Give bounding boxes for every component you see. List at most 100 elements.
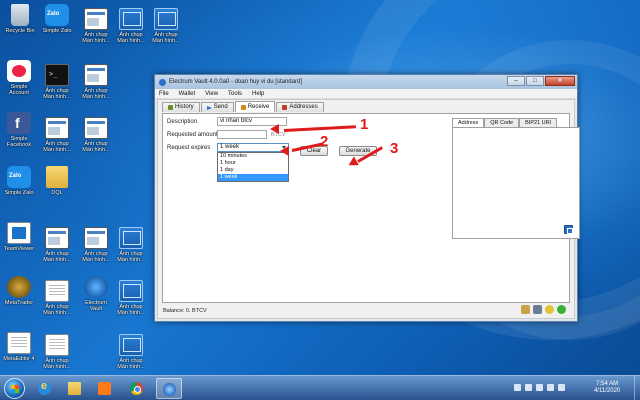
screenshot-file-icon [45, 280, 69, 302]
tray-arrow-icon[interactable] [514, 384, 521, 391]
balance-text: Balance: 0. BTCV [163, 307, 207, 314]
option-10-minutes[interactable]: 10 minutes [218, 153, 288, 160]
desktop-icon-teamviewer[interactable]: TeamViewer [0, 222, 38, 252]
desktop-icon-screenshot[interactable]: Ảnh chụp Màn hình... [77, 117, 115, 153]
annotation-arrowhead [270, 124, 279, 134]
request-expires-select[interactable]: 1 week [217, 143, 289, 152]
desktop-icon-screenshot[interactable]: Ảnh chụp Màn hình... [38, 334, 76, 370]
status-bar: Balance: 0. BTCV [160, 304, 572, 317]
tab-qr-code[interactable]: QR Code [484, 118, 520, 127]
desktop-icon-dql[interactable]: DQL [38, 166, 76, 196]
menu-wallet[interactable]: Wallet [179, 91, 195, 97]
start-button[interactable] [4, 378, 25, 399]
taskbar-app-chrome[interactable] [124, 378, 150, 399]
zalo-icon [45, 4, 69, 26]
annotation-number: 1 [360, 116, 369, 133]
desktop-icon-screenshot[interactable]: Ảnh chụp Màn hình... [77, 227, 115, 263]
network-status-icon[interactable] [557, 305, 566, 314]
screenshot-file-icon [154, 8, 178, 30]
option-1-hour[interactable]: 1 hour [218, 160, 288, 167]
desktop-icon-screenshot[interactable]: Ảnh chụp Màn hình... [77, 8, 115, 44]
minimize-button[interactable]: – [507, 76, 525, 86]
tab-address[interactable]: Address [452, 118, 485, 127]
lock-icon[interactable] [521, 305, 530, 314]
desktop-icon-metaeditor[interactable]: MetaEditor 4 [0, 332, 38, 362]
screenshot-file-icon [45, 117, 69, 139]
tray-flag-icon[interactable] [536, 384, 543, 391]
seed-icon[interactable] [545, 305, 554, 314]
screenshot-file-icon [84, 227, 108, 249]
desktop-icon-screenshot[interactable]: Ảnh chụp Màn hình... [38, 64, 76, 100]
desktop-icon-screenshot[interactable]: Ảnh chụp Màn hình... [38, 117, 76, 153]
taskbar-app-ie[interactable] [32, 378, 58, 399]
receive-icon [240, 104, 246, 110]
request-expires-options: 10 minutes 1 hour 1 day 1 week [217, 152, 289, 182]
desktop-icon-simple-zalo[interactable]: Simple Zalo [38, 4, 76, 34]
copy-icon[interactable] [564, 225, 573, 234]
desktop-icon-screenshot[interactable]: Ảnh chụp Màn hình... [112, 227, 150, 263]
desktop-icon-screenshot[interactable]: Ảnh chụp Màn hình... [77, 64, 115, 100]
tab-bip21-uri[interactable]: BIP21 URI [519, 118, 558, 127]
requested-amount-field[interactable] [217, 130, 267, 139]
tab-addresses-label: Addresses [289, 104, 318, 110]
screenshot-file-icon [84, 117, 108, 139]
system-tray [514, 384, 565, 391]
desktop-icon-electrum-vault[interactable]: Electrum Vault [77, 276, 115, 312]
maximize-button[interactable]: □ [526, 76, 544, 86]
desktop-icon-screenshot[interactable]: Ảnh chụp Màn hình... [147, 8, 185, 44]
history-icon [168, 105, 173, 110]
tab-send[interactable]: Send [200, 102, 234, 112]
internet-explorer-icon [38, 380, 51, 395]
electrum-icon [84, 276, 108, 298]
recycle-bin-icon [11, 4, 29, 26]
option-1-day[interactable]: 1 day [218, 167, 288, 174]
status-icons [521, 305, 566, 314]
electrum-icon [163, 383, 176, 396]
description-label: Description [167, 119, 198, 125]
menu-help[interactable]: Help [252, 91, 264, 97]
desktop-icon-screenshot[interactable]: Ảnh chụp Màn hình... [112, 8, 150, 44]
facebook-icon [7, 112, 31, 134]
taskbar-app-explorer[interactable] [62, 378, 88, 399]
tray-network-icon[interactable] [547, 384, 554, 391]
desktop-icon-recycle-bin[interactable]: Recycle Bin [1, 4, 39, 34]
desktop-icon-screenshot[interactable]: Ảnh chụp Màn hình... [38, 280, 76, 316]
taskbar-app-media[interactable] [92, 378, 118, 399]
tab-receive[interactable]: Receive [234, 101, 276, 112]
screenshot-file-icon [119, 8, 143, 30]
annotation-number: 2 [320, 133, 329, 150]
metatrader-icon [7, 276, 31, 298]
tray-volume-icon[interactable] [558, 384, 565, 391]
menu-file[interactable]: File [159, 91, 169, 97]
menu-view[interactable]: View [205, 91, 218, 97]
desktop-icon-screenshot[interactable]: Ảnh chụp Màn hình... [38, 227, 76, 263]
desktop-icon-metatrader[interactable]: MetaTrader [0, 276, 38, 306]
window-controls: – □ ✕ [507, 76, 575, 86]
preferences-icon[interactable] [533, 305, 542, 314]
main-tabs: History Send Receive Addresses [162, 101, 324, 112]
tab-addresses[interactable]: Addresses [276, 102, 324, 112]
option-1-week[interactable]: 1 week [218, 174, 288, 181]
account-app-icon [7, 60, 31, 82]
taskbar-app-electrum[interactable] [156, 378, 182, 399]
menu-bar: File Wallet View Tools Help [155, 89, 577, 99]
electrum-icon [159, 78, 166, 86]
close-button[interactable]: ✕ [545, 76, 575, 86]
tab-history[interactable]: History [162, 102, 200, 112]
menu-tools[interactable]: Tools [228, 91, 242, 97]
request-expires-value: 1 week [220, 144, 240, 150]
desktop-icon-simple-facebook[interactable]: Simple Facebook [0, 112, 38, 148]
send-icon [206, 105, 212, 110]
desktop-icon-simple-account[interactable]: Simple Account [0, 60, 38, 96]
desktop-icon-screenshot[interactable]: Ảnh chụp Màn hình... [112, 334, 150, 370]
taskbar-clock[interactable]: 7:54 AM 4/11/2020 [594, 381, 620, 395]
show-desktop-button[interactable] [634, 376, 640, 400]
tray-app-icon[interactable] [525, 384, 532, 391]
window-titlebar[interactable]: Electrum Vault 4.0.0a0 - doan huy vi du … [155, 75, 577, 89]
folder-icon [68, 382, 81, 395]
desktop-icon-screenshot[interactable]: Ảnh chụp Màn hình... [112, 280, 150, 316]
zalo-icon [7, 166, 31, 188]
window-title: Electrum Vault 4.0.0a0 - doan huy vi du … [169, 79, 302, 85]
folder-icon [46, 166, 68, 188]
desktop-icon-simple-zalo-2[interactable]: Simple Zalo [0, 166, 38, 196]
